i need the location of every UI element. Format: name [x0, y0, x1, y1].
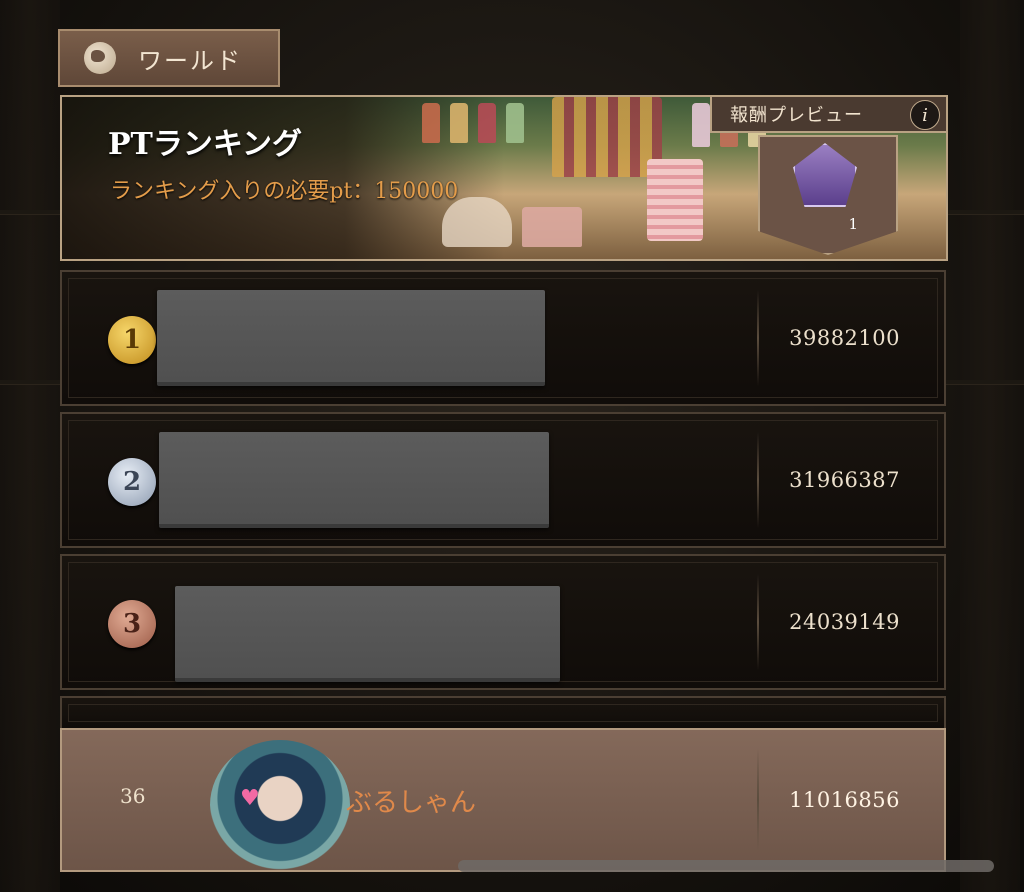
ranking-banner: PTランキング ランキング入りの必要pt：150000 報酬プレビュー i 1 — [60, 95, 948, 261]
banner-subtitle: ランキング入りの必要pt：150000 — [110, 179, 459, 204]
ranking-row[interactable]: 3 24039149 — [60, 554, 946, 690]
divider — [757, 432, 759, 528]
redacted-player — [159, 432, 549, 528]
divider — [757, 290, 759, 386]
avatar[interactable] — [210, 740, 350, 870]
score: 31966387 — [789, 468, 900, 492]
gold-medal-icon: 1 — [108, 316, 156, 364]
banner-title: PTランキング — [108, 127, 302, 162]
background-shelf — [0, 0, 60, 892]
divider — [757, 748, 759, 852]
silver-medal-icon: 2 — [108, 458, 156, 506]
heart-icon: ♥ — [240, 786, 260, 811]
redacted-player — [175, 586, 560, 682]
globe-icon — [84, 42, 116, 74]
ranking-row[interactable]: 1 39882100 — [60, 270, 946, 406]
horizontal-scrollbar[interactable] — [458, 860, 994, 872]
score: 24039149 — [789, 610, 900, 634]
ranking-row[interactable]: 2 31966387 — [60, 412, 946, 548]
score: 39882100 — [789, 326, 900, 350]
self-ranking-row[interactable]: 36 ♥ ぶるしゃん 11016856 — [60, 728, 946, 872]
world-tab-label: ワールド — [138, 46, 242, 75]
info-icon[interactable]: i — [910, 100, 940, 130]
self-score: 11016856 — [789, 788, 900, 812]
background-shelf — [960, 0, 1020, 892]
self-rank: 36 — [120, 784, 146, 808]
self-name: ぶるしゃん — [346, 788, 477, 818]
redacted-player — [157, 290, 545, 386]
reward-preview-label: 報酬プレビュー — [730, 105, 863, 126]
divider — [757, 574, 759, 670]
cake-stack-decoration — [647, 159, 703, 241]
bronze-medal-icon: 3 — [108, 600, 156, 648]
ranking-row-partial — [60, 696, 946, 730]
reward-count: 1 — [848, 215, 858, 233]
world-tab[interactable]: ワールド — [58, 29, 280, 87]
